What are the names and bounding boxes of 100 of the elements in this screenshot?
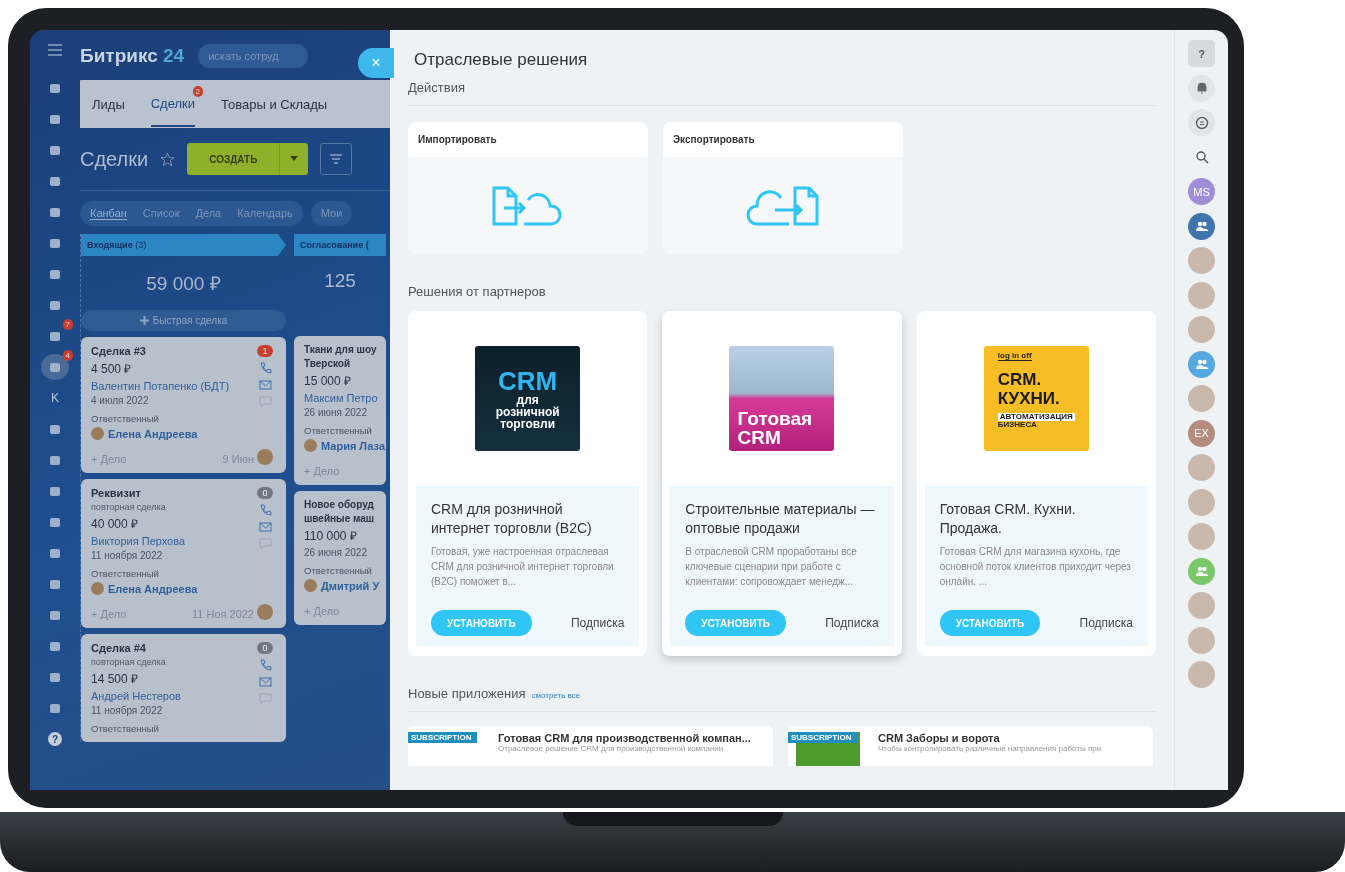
- group-chat-avatar[interactable]: [1188, 212, 1215, 240]
- user-avatar[interactable]: [1188, 488, 1215, 516]
- deal-title: Сделка #3: [91, 345, 147, 357]
- action-card[interactable]: Экспортировать: [663, 122, 903, 254]
- mail-icon[interactable]: [258, 521, 272, 533]
- add-task-link[interactable]: + Дело: [304, 605, 340, 617]
- app-card[interactable]: SUBSCRIPTION Готовая CRM для производственной компан... Отраслевое решение CRM для производственной компании: [408, 726, 773, 766]
- chat-icon: [1194, 115, 1209, 130]
- deal-amount: 15 000 ₽: [304, 373, 353, 389]
- cover-text: торговли: [500, 417, 556, 430]
- count-badge: 7: [62, 319, 73, 330]
- responsible-name[interactable]: Елена Андреева: [108, 582, 198, 595]
- deal-amount: 110 000 ₽: [304, 528, 358, 544]
- install-button[interactable]: УСТАНОВИТЬ: [685, 610, 786, 636]
- user-avatar[interactable]: [1188, 523, 1215, 550]
- create-button[interactable]: СОЗДАТЬ: [187, 143, 309, 175]
- nav-icon: [49, 609, 61, 621]
- avatar: [304, 579, 317, 592]
- deal-date: 11 ноября 2022: [91, 705, 164, 716]
- deal-card[interactable]: Сделка #4 повторная сделка 14 500 ₽ Андрей Нестеров 11 ноября 2022 Ответственный 0: [81, 634, 286, 742]
- nav-icon: [49, 268, 61, 280]
- view-tab[interactable]: Список: [142, 207, 180, 220]
- user-avatar[interactable]: [1188, 592, 1215, 619]
- user-avatar[interactable]: [1188, 661, 1215, 688]
- user-avatar[interactable]: [1188, 247, 1215, 274]
- phone-icon[interactable]: [258, 504, 272, 516]
- phone-icon[interactable]: [258, 659, 272, 671]
- filter-icon: [330, 154, 343, 164]
- nav-item[interactable]: ?: [41, 726, 69, 752]
- menu-icon[interactable]: [48, 44, 62, 56]
- user-avatar[interactable]: [1188, 281, 1215, 309]
- tab[interactable]: Лиды: [92, 82, 125, 126]
- nav-icon: [49, 113, 61, 125]
- deal-card[interactable]: Сделка #3 4 500 ₽ Валентин Потапенко (БДТ) 4 июля 2022 Ответственный Елена Андреева + Дело 9 Июн 1: [81, 337, 286, 473]
- install-button[interactable]: УСТАНОВИТЬ: [939, 610, 1041, 636]
- cover-text: розничной: [495, 405, 560, 418]
- nav-icon: [49, 702, 61, 714]
- stage-header: Входящие (3): [81, 234, 286, 256]
- nav-icon: [49, 485, 61, 497]
- client-link[interactable]: Виктория Перхова: [91, 535, 254, 547]
- deal-title: Реквизит: [91, 487, 142, 499]
- view-tab[interactable]: Дела: [195, 207, 222, 220]
- client-link[interactable]: Максим Петро: [304, 392, 376, 404]
- nav-item[interactable]: K: [41, 385, 69, 411]
- star-icon[interactable]: [160, 151, 176, 167]
- user-avatar[interactable]: [1188, 385, 1215, 412]
- people-icon: [1194, 357, 1209, 371]
- cover-text: CRM.: [997, 371, 1042, 388]
- close-button[interactable]: ×: [358, 48, 394, 78]
- solution-card[interactable]: CRM для розничной торговли CRM для розничной интернет торговли (B2C) Готовая, уже настроенная отраслевая CRM для розничной интернет торговли (B2C) поможет в... УСТАНОВИТЬ Подписка: [408, 311, 648, 656]
- solution-card[interactable]: log in off CRM. КУХНИ. АВТОМАТИЗАЦИЯ БИЗНЕСА Готовая CRM. Кухни. Продажа. Готовая CRM для магазина кухонь, где основной поток клиентов приходит через онлайн. ... УСТАНОВИТЬ Подписка: [916, 311, 1156, 656]
- cover-text: АВТОМАТИЗАЦИЯ: [997, 413, 1075, 421]
- user-avatar[interactable]: [1188, 626, 1215, 654]
- responsible-name[interactable]: Мария Лаза: [321, 439, 386, 452]
- solution-card[interactable]: Готовая CRM Строительные материалы — оптовые продажи В отраслевой CRM проработаны все ключевые сценарии при работе с клиентами: сопровождает менедж... УСТАНОВИТЬ Подписка: [662, 311, 902, 656]
- view-tab[interactable]: Календарь: [237, 207, 293, 220]
- add-task-link[interactable]: + Дело: [91, 453, 127, 465]
- price-label: Подписка: [570, 616, 625, 630]
- deal-title: Ткани для шоу: [304, 344, 376, 355]
- solution-title: Готовая CRM. Кухни. Продажа.: [939, 500, 1077, 538]
- add-task-link[interactable]: + Дело: [304, 465, 340, 477]
- group-chat-avatar[interactable]: [1188, 350, 1215, 378]
- responsible-label: Ответственный: [304, 425, 373, 436]
- nav-icon: [49, 454, 61, 466]
- responsible-name[interactable]: Дмитрий У: [321, 579, 380, 592]
- nav-icon: [49, 144, 61, 156]
- section-title: Новые приложения: [408, 686, 526, 701]
- deal-card[interactable]: Новое оборуд швейные маш 110 000 ₽ 26 июня 2022 Ответственный Дмитрий У + Дело: [294, 491, 386, 625]
- responsible-name[interactable]: Елена Андреева: [108, 427, 198, 440]
- nav-icon: [49, 330, 61, 342]
- user-avatar[interactable]: [1188, 454, 1215, 481]
- filter-button[interactable]: [320, 143, 353, 175]
- nav-icon: [49, 175, 61, 187]
- bell-icon: [1194, 81, 1209, 95]
- quick-deal-button[interactable]: Быстрая сделка: [81, 310, 286, 331]
- user-avatar[interactable]: [1188, 316, 1215, 343]
- install-button[interactable]: УСТАНОВИТЬ: [431, 610, 532, 636]
- solution-description: Готовая, уже настроенная отраслевая CRM для розничной интернет торговли (B2C) поможет в...: [431, 544, 615, 589]
- app-title: Готовая CRM для производственной компан...: [498, 732, 751, 744]
- chat-button[interactable]: [1188, 109, 1215, 136]
- app-description: Чтобы контролировать различные направления работы при: [878, 744, 1102, 753]
- user-avatar[interactable]: MS: [1188, 178, 1215, 205]
- search-field[interactable]: искать сотруд: [198, 44, 309, 68]
- phone-icon[interactable]: [258, 362, 272, 374]
- group-chat-avatar[interactable]: [1188, 557, 1215, 585]
- view-tab[interactable]: Канбан: [90, 207, 127, 220]
- notifications-button[interactable]: [1188, 74, 1215, 102]
- see-all-link[interactable]: смотреть все: [531, 691, 581, 700]
- client-link[interactable]: Валентин Потапенко (БДТ): [91, 380, 254, 392]
- tab[interactable]: Товары и Склады: [221, 82, 328, 126]
- action-card[interactable]: Импортировать: [408, 122, 648, 254]
- add-task-link[interactable]: + Дело: [91, 608, 127, 620]
- user-avatar[interactable]: EX: [1188, 419, 1215, 447]
- mail-icon[interactable]: [258, 676, 272, 688]
- client-link[interactable]: Андрей Нестеров: [91, 690, 254, 702]
- deal-card[interactable]: Реквизит повторная сделка 40 000 ₽ Виктория Перхова 11 ноября 2022 Ответственный Елена Андреева + Дело 11 Ноя 2022 0: [81, 479, 286, 628]
- mail-icon[interactable]: [258, 379, 272, 391]
- help-button[interactable]: ?: [1188, 40, 1215, 67]
- deal-card[interactable]: Ткани для шоу Тверской 15 000 ₽ Максим Петро 26 июня 2022 Ответственный Мария Лаза + Дело: [294, 336, 386, 485]
- app-card[interactable]: SUBSCRIPTION CRM Заборы и ворота Чтобы контролировать различные направления работы при: [788, 726, 1153, 766]
